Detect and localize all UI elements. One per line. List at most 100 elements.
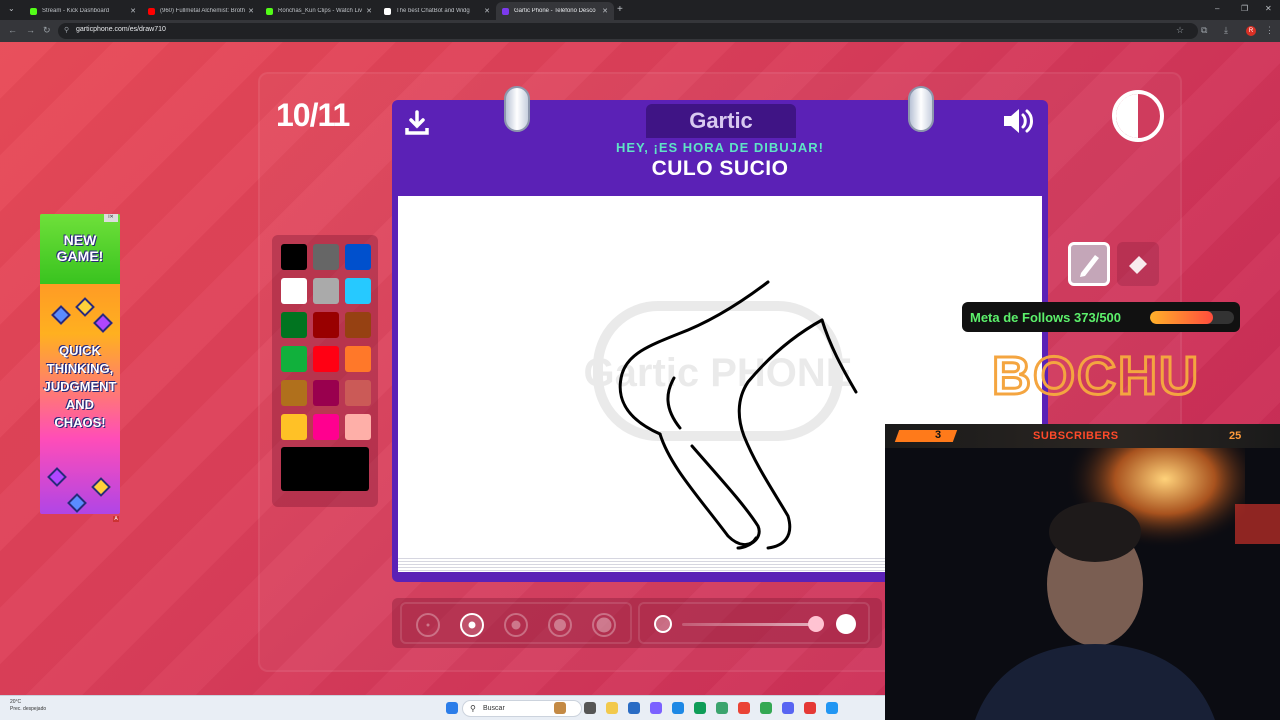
- edge-icon[interactable]: [694, 702, 706, 714]
- ad-headline: NEW GAME!: [56, 232, 104, 264]
- subscribers-label: SUBSCRIBERS: [1033, 430, 1119, 442]
- reload-icon[interactable]: ↻: [43, 25, 51, 36]
- subscribers-count: 25: [1229, 430, 1242, 442]
- address-bar: ← → ↻ ⚲ garticphone.com/es/draw710 ☆ ⧉ ⤓…: [0, 20, 1280, 42]
- color-swatch[interactable]: [281, 380, 307, 406]
- color-swatch[interactable]: [313, 278, 339, 304]
- subscribers-strip: 3 SUBSCRIBERS 25: [885, 424, 1280, 448]
- tab-close-icon[interactable]: ✕: [130, 7, 136, 15]
- color-swatch[interactable]: [313, 346, 339, 372]
- widgets-icon[interactable]: [554, 702, 566, 714]
- bookmark-star-icon[interactable]: ☆: [1176, 25, 1184, 36]
- outlook-icon[interactable]: [672, 702, 684, 714]
- color-swatch[interactable]: [345, 278, 371, 304]
- gem-icon: [75, 297, 95, 317]
- star-icon: [91, 477, 111, 497]
- weather-widget[interactable]: 20°C Prec. despejado: [10, 699, 46, 713]
- task-view-icon[interactable]: [584, 702, 596, 714]
- tab-search-icon[interactable]: ⌄: [8, 4, 15, 13]
- ad-body-text: QUICK THINKING, JUDGMENT AND CHAOS!: [43, 343, 117, 430]
- profile-avatar[interactable]: R: [1246, 26, 1256, 36]
- new-tab-button[interactable]: +: [617, 4, 623, 15]
- tab-title: The best ChatBot and Widg: [396, 8, 470, 14]
- browser-tab[interactable]: Stream - Kick Dashboard ✕: [24, 2, 142, 20]
- url-text: garticphone.com/es/draw710: [76, 26, 166, 33]
- eraser-tool[interactable]: [1117, 242, 1159, 286]
- notebook-header: Gartic HEY, ¡ES HORA DE DIBUJAR! CULO SU…: [392, 100, 1048, 192]
- ad-banner[interactable]: NEW GAME! QUICK THINKING, JUDGMENT AND C…: [40, 214, 120, 514]
- gartic-logo: Gartic: [689, 108, 753, 133]
- volume-icon[interactable]: [1002, 106, 1036, 141]
- brush-options-bar: [392, 598, 882, 648]
- app-icon[interactable]: [826, 702, 838, 714]
- browser-tab[interactable]: Gartic Phone - Teléfono Desco ✕: [496, 2, 614, 20]
- maximize-icon[interactable]: ❐: [1241, 4, 1248, 13]
- opacity-handle[interactable]: [808, 616, 824, 632]
- color-swatch[interactable]: [345, 380, 371, 406]
- color-palette: [272, 235, 378, 507]
- extensions-icon[interactable]: ⧉: [1201, 25, 1207, 36]
- tab-favicon-icon: [266, 7, 273, 15]
- brush-size-group: [400, 602, 632, 644]
- file-explorer-icon[interactable]: [606, 702, 618, 714]
- obs-icon[interactable]: [804, 702, 816, 714]
- color-swatch[interactable]: [345, 244, 371, 270]
- tab-favicon-icon: [502, 7, 509, 15]
- color-swatch[interactable]: [281, 346, 307, 372]
- tab-close-icon[interactable]: ✕: [248, 7, 254, 15]
- chrome-icon[interactable]: [760, 702, 772, 714]
- svg-text:BOCHU: BOCHU: [992, 346, 1200, 402]
- color-swatch[interactable]: [281, 278, 307, 304]
- discord-icon[interactable]: [782, 702, 794, 714]
- pen-tool[interactable]: [1068, 242, 1110, 286]
- tab-close-icon[interactable]: ✕: [602, 7, 608, 15]
- tab-favicon-icon: [384, 7, 391, 15]
- notebook-ring: [504, 86, 530, 132]
- color-swatch[interactable]: [345, 346, 371, 372]
- download-icon[interactable]: [404, 110, 430, 141]
- brush-size-5[interactable]: [592, 613, 616, 637]
- ad-choices-icon[interactable]: A: [113, 516, 119, 522]
- browser-menu-icon[interactable]: ⋮: [1265, 25, 1274, 36]
- brush-size-3[interactable]: [504, 613, 528, 637]
- color-swatch[interactable]: [281, 244, 307, 270]
- ad-info-icon[interactable]: i✕: [104, 214, 118, 222]
- downloads-icon[interactable]: ⤓: [1224, 25, 1228, 36]
- opacity-slider[interactable]: [638, 602, 870, 644]
- browser-tab[interactable]: (960) Fullmetal Alchemist: Broth ✕: [142, 2, 260, 20]
- store-icon[interactable]: [628, 702, 640, 714]
- brush-size-2[interactable]: [460, 613, 484, 637]
- close-window-icon[interactable]: ✕: [1265, 4, 1272, 13]
- minimize-icon[interactable]: –: [1215, 4, 1219, 13]
- follows-goal-widget: Meta de Follows 373/500: [962, 302, 1240, 332]
- browser-tab[interactable]: The best ChatBot and Widg ✕: [378, 2, 496, 20]
- url-field[interactable]: ⚲ garticphone.com/es/draw710: [58, 23, 1198, 39]
- color-swatch[interactable]: [313, 414, 339, 440]
- color-swatch[interactable]: [313, 380, 339, 406]
- windows-start-icon[interactable]: [446, 702, 458, 714]
- prompt-word: CULO SUCIO: [651, 157, 789, 180]
- chrome-icon[interactable]: [738, 702, 750, 714]
- tab-favicon-icon: [148, 7, 155, 15]
- app-icon[interactable]: [716, 702, 728, 714]
- brush-size-1[interactable]: [416, 613, 440, 637]
- tab-close-icon[interactable]: ✕: [484, 7, 490, 15]
- color-swatch[interactable]: [313, 312, 339, 338]
- color-swatch[interactable]: [281, 414, 307, 440]
- contrast-toggle-icon[interactable]: [1112, 90, 1164, 142]
- opacity-track: [682, 623, 812, 626]
- site-info-icon[interactable]: ⚲: [64, 26, 69, 34]
- color-swatch[interactable]: [281, 312, 307, 338]
- tab-title: Ronchas_Kun Clips - Watch Liv: [278, 8, 363, 14]
- forward-icon[interactable]: →: [26, 25, 35, 35]
- tab-close-icon[interactable]: ✕: [366, 7, 372, 15]
- color-swatch[interactable]: [313, 244, 339, 270]
- app-icon[interactable]: [650, 702, 662, 714]
- color-swatch[interactable]: [345, 414, 371, 440]
- browser-tab[interactable]: Ronchas_Kun Clips - Watch Liv ✕: [260, 2, 378, 20]
- tab-favicon-icon: [30, 7, 37, 15]
- tab-title: Gartic Phone - Teléfono Desco: [514, 8, 596, 14]
- back-icon[interactable]: ←: [8, 25, 17, 35]
- color-swatch[interactable]: [345, 312, 371, 338]
- brush-size-4[interactable]: [548, 613, 572, 637]
